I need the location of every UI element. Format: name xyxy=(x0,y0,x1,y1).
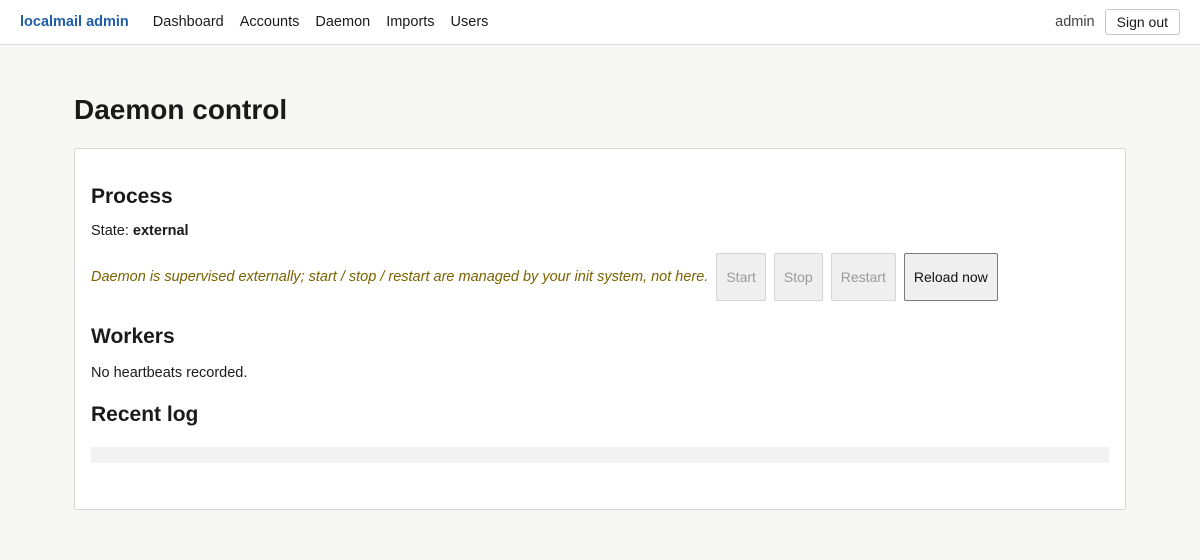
nav-dashboard[interactable]: Dashboard xyxy=(153,14,224,30)
restart-button[interactable]: Restart xyxy=(830,253,896,301)
recent-log-box xyxy=(91,447,1109,463)
state-value: external xyxy=(132,223,189,239)
daemon-card: Process State: external Daemon is superv… xyxy=(74,148,1126,510)
sign-out-button[interactable]: Sign out xyxy=(1104,9,1180,35)
process-controls: Daemon is supervised externally; start /… xyxy=(91,253,1109,301)
workers-heading: Workers xyxy=(91,325,175,348)
reload-now-button[interactable]: Reload now xyxy=(903,253,998,301)
supervision-notice: Daemon is supervised externally; start /… xyxy=(91,269,709,285)
main-nav: Dashboard Accounts Daemon Imports Users xyxy=(153,14,489,30)
nav-users[interactable]: Users xyxy=(451,14,489,30)
process-state: State: external xyxy=(91,223,1109,239)
start-button[interactable]: Start xyxy=(716,253,766,301)
current-user: admin xyxy=(1055,14,1095,30)
no-heartbeats-text: No heartbeats recorded. xyxy=(91,365,248,381)
top-navbar: localmail admin Dashboard Accounts Daemo… xyxy=(0,0,1200,45)
main-content: Daemon control Process State: external D… xyxy=(0,94,1200,510)
process-heading: Process xyxy=(91,185,173,208)
stop-button[interactable]: Stop xyxy=(773,253,823,301)
nav-imports[interactable]: Imports xyxy=(386,14,434,30)
recent-log-heading: Recent log xyxy=(91,403,199,426)
nav-accounts[interactable]: Accounts xyxy=(240,14,300,30)
nav-daemon[interactable]: Daemon xyxy=(315,14,370,30)
state-label: State: xyxy=(91,223,129,239)
brand-link[interactable]: localmail admin xyxy=(20,14,129,30)
page-title: Daemon control xyxy=(74,94,288,125)
